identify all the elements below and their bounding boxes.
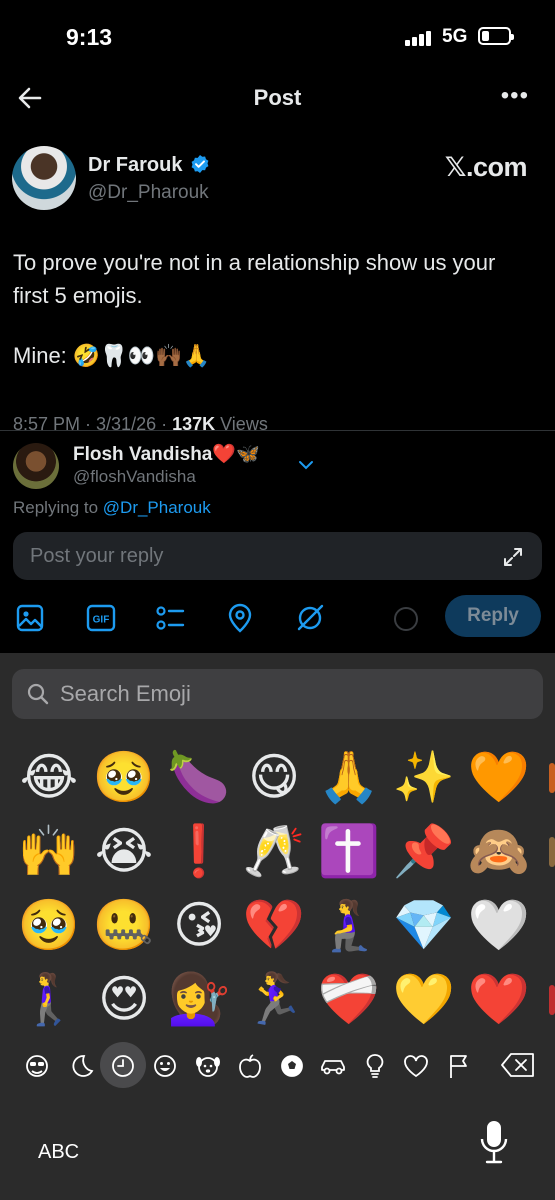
food-icon[interactable] (235, 1051, 265, 1081)
views-label: Views (215, 414, 268, 430)
emoji-key[interactable]: ❤️‍🩹 (313, 963, 385, 1035)
flags-icon[interactable] (444, 1051, 474, 1081)
character-progress-ring (394, 607, 418, 631)
tweet-emoji-line: Mine: 🤣🦷👀🙌🏾🙏 (13, 343, 210, 368)
emoji-key[interactable]: 🙈 (463, 815, 535, 887)
location-icon[interactable] (225, 603, 255, 633)
battery-icon (478, 27, 514, 45)
emoji-category-bar (0, 1039, 555, 1093)
top-nav: Post ••• (0, 76, 555, 122)
tweet-timestamp: 8:57 PM · 3/31/26 · (13, 414, 173, 430)
partial-emoji-edge (549, 837, 555, 867)
smiley-icon[interactable] (150, 1051, 180, 1081)
chevron-down-icon[interactable] (297, 459, 315, 471)
emoji-key[interactable]: 🧡 (463, 741, 535, 813)
tweet-text: To prove you're not in a relationship sh… (13, 250, 496, 308)
expand-icon[interactable] (502, 546, 524, 568)
emoji-key[interactable]: 🤍 (463, 889, 535, 961)
more-options-icon[interactable]: ••• (501, 84, 529, 108)
network-label: 5G (442, 26, 468, 47)
page-title: Post (253, 85, 302, 110)
emoji-grid: 😂 🥹 🍆 😋 🙏 ✨ 🧡 🙌 😭 ❗ 🥂 ✝️ 📌 🙈 🥹 🤐 😘 💔 🧎‍♀… (0, 741, 555, 1031)
x-watermark: 𝕏.com (444, 152, 528, 182)
svg-text:GIF: GIF (93, 615, 110, 626)
emoji-key[interactable]: 🏃‍♀️ (238, 963, 310, 1035)
status-bar: 9:13 5G (0, 0, 555, 76)
emoji-key[interactable]: ✨ (388, 741, 460, 813)
reply-button[interactable]: Reply (445, 595, 541, 637)
status-time: 9:13 (66, 24, 113, 50)
emoji-key[interactable]: 🥹 (88, 741, 160, 813)
partial-emoji-edge (549, 763, 555, 793)
symbols-icon[interactable] (401, 1051, 431, 1081)
activity-icon[interactable] (277, 1051, 307, 1081)
tweet-metadata: 8:57 PM · 3/31/26 · 137K Views (13, 414, 268, 430)
author-handle: @Dr_Pharouk (88, 182, 209, 203)
replier-handle: @floshVandisha (73, 467, 196, 486)
abc-keyboard-switch[interactable]: ABC (38, 1141, 79, 1164)
emoji-key[interactable]: 🥹 (13, 889, 85, 961)
emoji-key[interactable]: 🙌 (13, 815, 85, 887)
reply-input[interactable]: Post your reply (13, 532, 542, 580)
partial-emoji-edge (549, 985, 555, 1015)
author-avatar[interactable] (12, 146, 76, 210)
composer-toolbar: GIF Reply (0, 595, 555, 639)
delete-backspace-icon[interactable] (500, 1051, 536, 1079)
grok-icon[interactable] (295, 603, 325, 633)
emoji-key[interactable]: 💔 (238, 889, 310, 961)
emoji-key[interactable]: 😂 (13, 741, 85, 813)
emoji-key[interactable]: 🍆 (163, 741, 235, 813)
microphone-icon[interactable] (478, 1119, 510, 1165)
emoji-key[interactable]: 💇‍♀️ (163, 963, 235, 1035)
replier-name: Flosh Vandisha❤️🦋 (73, 444, 260, 465)
objects-icon[interactable] (360, 1051, 390, 1081)
emoji-key[interactable]: 💎 (388, 889, 460, 961)
gif-icon[interactable]: GIF (86, 603, 116, 633)
smileys-people-icon[interactable] (22, 1051, 52, 1081)
emoji-key[interactable]: ✝️ (313, 815, 385, 887)
emoji-key[interactable]: 🙏 (313, 741, 385, 813)
replying-to-prefix: Replying to (13, 498, 103, 517)
travel-icon[interactable] (318, 1051, 348, 1081)
emoji-key[interactable]: ❤️ (463, 963, 535, 1035)
emoji-keyboard: Search Emoji 😂 🥹 🍆 😋 🙏 ✨ 🧡 🙌 😭 ❗ 🥂 ✝️ 📌 … (0, 653, 555, 1200)
author-name[interactable]: Dr Farouk (88, 154, 182, 177)
image-icon[interactable] (15, 603, 45, 633)
emoji-key[interactable]: 📌 (388, 815, 460, 887)
views-count: 137K (172, 414, 216, 430)
emoji-key[interactable]: 😘 (163, 889, 235, 961)
reply-placeholder: Post your reply (30, 545, 164, 567)
signal-icon (405, 30, 435, 46)
emoji-key[interactable]: 💛 (388, 963, 460, 1035)
search-icon (27, 683, 49, 705)
emoji-key[interactable]: 🥂 (238, 815, 310, 887)
emoji-key[interactable]: 🧎‍♀️ (313, 889, 385, 961)
emoji-key[interactable]: 🚶‍♀️ (13, 963, 85, 1035)
replying-to-handle[interactable]: @Dr_Pharouk (103, 498, 211, 517)
replying-to: Replying to @Dr_Pharouk (13, 498, 211, 518)
emoji-search-input[interactable]: Search Emoji (12, 669, 543, 719)
emoji-key[interactable]: 😍 (88, 963, 160, 1035)
tweet: Dr Farouk @Dr_Pharouk 𝕏.com To prove you… (0, 146, 555, 430)
emoji-search-placeholder: Search Emoji (60, 681, 191, 706)
recent-clock-icon[interactable] (108, 1051, 138, 1081)
moon-icon[interactable] (66, 1051, 96, 1081)
verified-badge-icon (191, 155, 209, 173)
replier-avatar (13, 443, 59, 489)
emoji-key[interactable]: 🤐 (88, 889, 160, 961)
reply-composer: Flosh Vandisha❤️🦋 @floshVandisha Replyin… (0, 431, 555, 653)
emoji-key[interactable]: ❗ (163, 815, 235, 887)
animal-icon[interactable] (193, 1051, 223, 1081)
emoji-key[interactable]: 😭 (88, 815, 160, 887)
poll-icon[interactable] (155, 603, 185, 633)
emoji-key[interactable]: 😋 (238, 741, 310, 813)
